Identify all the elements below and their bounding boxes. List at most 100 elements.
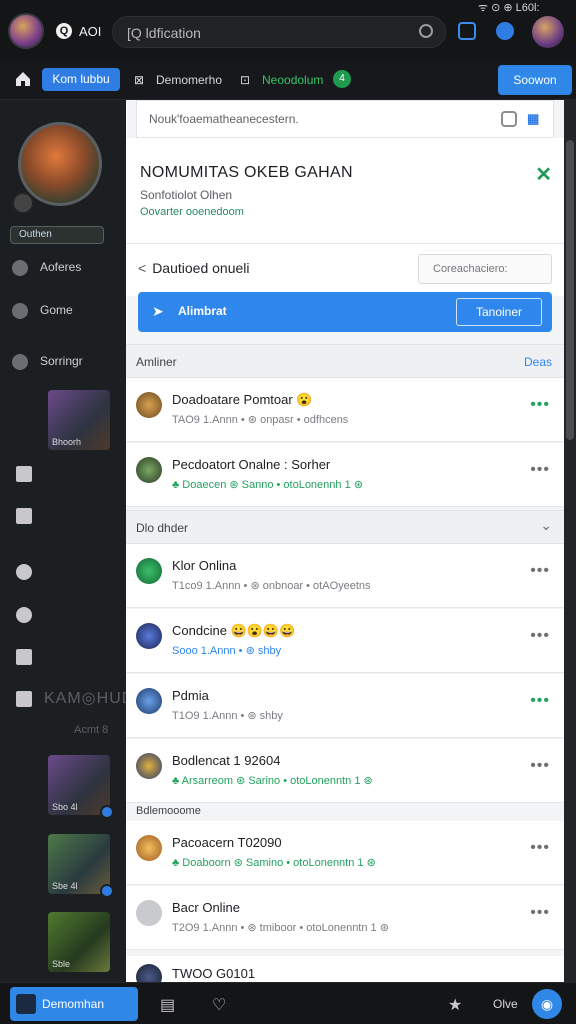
card-subtitle-2: Oovarter ooenedoom [140,206,244,218]
list-item[interactable]: Pdmia T1O9 1.Annn • ⊛ shby ••• [126,674,564,738]
close-icon[interactable]: ✕ [535,162,552,187]
blue-bar-button[interactable]: Tanoiner [456,298,542,326]
blue-bar-label: Alimbrat [178,304,227,318]
bottom-tab-active[interactable]: Demomhan [10,987,138,1021]
card-header: NOMUMITAS OKEB GAHAN Sonfotiolot Olhen O… [126,138,564,244]
avatar [136,900,162,926]
blue-action-bar[interactable]: ➤ Alimbrat Tanoiner [138,292,552,332]
avatar [136,753,162,779]
sidebar-faint-title: KAM◎HUD [44,690,126,707]
more-icon[interactable]: ••• [530,692,550,710]
thumb-badge [100,805,114,819]
sidebar-item-0[interactable]: Aoferes [12,260,81,276]
list-item[interactable]: Pecdoatort Onalne : Sorher ♣ Doaecen ⊛ S… [126,443,564,507]
item-name: Doadoatare Pomtoar 😮 [172,392,313,407]
more-icon[interactable]: ••• [530,396,550,414]
avatar [136,688,162,714]
avatar [136,558,162,584]
avatar [136,457,162,483]
sidebar-item-2[interactable]: Sorringr [12,354,83,370]
thumb-label: Sble [52,959,71,969]
chevron-down-icon[interactable]: ⌄ [540,517,552,534]
grid-icon[interactable]: ▤ [160,995,175,1015]
status-indicators: ᯤ ⊙ ⊕ L60l: [478,2,540,14]
avatar [136,964,162,982]
share-icon: < [138,260,147,276]
star-icon[interactable]: ★ [448,995,462,1015]
sidebar-item-icon [12,354,28,370]
hero-badge [12,192,34,214]
item-meta: ♣ Doaboorn ⊛ Samino • otoLonenntn 1 ⊛ [172,857,376,869]
chat-icon[interactable]: ◉ [532,989,562,1019]
sidebar-pill[interactable]: Outhen [10,226,104,244]
input-row-field[interactable]: Coreachaciero: [418,254,552,284]
thumb-badge [100,884,114,898]
calendar-icon[interactable] [16,691,32,707]
green-badge: 4 [333,70,351,88]
q-badge-icon[interactable]: Q [56,23,72,39]
more-icon[interactable]: ••• [530,904,550,922]
person-icon[interactable] [16,564,32,580]
more-icon[interactable]: ••• [530,627,550,645]
sidebar-item-1[interactable]: Gome [12,303,73,319]
sidebar-thumb[interactable]: Sbe 4l [48,834,114,898]
filter-input[interactable]: Nouk'foaematheanecestern. ▦ [136,100,554,138]
nav-bar: Kom lubbu ⊠ Demomerho ⊡ Neoodolum 4 [0,60,576,100]
nav-action-button[interactable]: Soowon [498,65,572,95]
list-item[interactable]: Bodlencat 1 92604 ♣ Arsarreom ⊛ Sarino •… [126,739,564,803]
item-name: Bacr Online [172,900,240,915]
check-icon[interactable] [16,508,32,524]
avatar [136,623,162,649]
user-avatar[interactable] [532,16,564,48]
filter-settings-icon[interactable] [501,111,517,127]
card-title: NOMUMITAS OKEB GAHAN [140,164,353,181]
item-meta: T1O9 1.Annn • ⊛ shby [172,710,283,722]
edit-icon[interactable] [458,22,476,40]
card-subtitle: Sonfotiolot Olhen [140,188,233,202]
more-icon[interactable]: ••• [530,839,550,857]
bag-icon[interactable] [16,466,32,482]
info-icon[interactable] [16,649,32,665]
more-icon[interactable]: ••• [530,461,550,479]
list-item[interactable]: Klor Onlina T1co9 1.Annn • ⊛ onbnoar • o… [126,544,564,608]
thumb-label: Sbe 4l [52,881,78,891]
tab-2[interactable]: Neoodolum [262,73,323,87]
thumb-label: Bhoorh [52,437,82,447]
item-name: TWOO G0101 [172,966,256,981]
search-icon[interactable] [16,607,32,623]
list-item[interactable]: Bacr Online T2O9 1.Annn • ⊛ tmiboor • ot… [126,886,564,950]
tab-0[interactable]: Kom lubbu [42,68,120,91]
sidebar-thumb[interactable]: Sbo 4l [48,755,114,819]
sidebar-thumb[interactable]: Bhoorh [48,390,110,450]
bottom-bar: Demomhan ▤ ♡ ★ Olve ◉ [0,982,576,1024]
list-item[interactable]: Condcine 😀😮😀😀 Sooo 1.Annn • ⊛ shby ••• [126,609,564,673]
tab-2-icon: ⊡ [240,73,251,87]
avatar [136,392,162,418]
home-icon[interactable] [14,70,32,88]
list-item[interactable]: Pacoacern T02090 ♣ Doaboorn ⊛ Samino • o… [126,821,564,885]
search-input[interactable]: [Q ldfication [112,16,446,48]
item-meta: ♣ Arsarreom ⊛ Sarino • otoLonenntn 1 ⊛ [172,775,373,787]
list-item[interactable]: TWOO G0101 [126,956,564,982]
scrollbar[interactable] [566,140,574,440]
section-action[interactable]: Deas [524,355,552,369]
filter-placeholder: Nouk'foaematheanecestern. [149,112,299,126]
more-icon[interactable]: ••• [530,562,550,580]
search-clear-icon[interactable] [419,24,433,38]
top-bar: Q AOI [Q ldfication ᯤ ⊙ ⊕ L60l: [0,0,576,60]
search-text: [Q ldfication [127,25,201,41]
sidebar-thumb[interactable]: Sble [48,912,110,972]
list-item[interactable]: Doadoatare Pomtoar 😮 TAO9 1.Annn • ⊛ onp… [126,378,564,442]
heart-icon[interactable]: ♡ [212,995,226,1015]
item-name: Condcine 😀😮😀😀 [172,623,296,638]
item-name: Pacoacern T02090 [172,835,282,850]
sidebar-item-label: Sorringr [40,354,83,369]
section-title: Bdlemooome [136,805,201,817]
messenger-icon[interactable] [496,22,514,40]
qr-icon[interactable]: ▦ [527,111,543,127]
hero-avatar[interactable] [18,122,102,206]
profile-avatar[interactable] [8,13,44,49]
input-row-label: < Dautioed onueli [138,260,249,276]
more-icon[interactable]: ••• [530,757,550,775]
tab-1[interactable]: Demomerho [156,73,222,87]
